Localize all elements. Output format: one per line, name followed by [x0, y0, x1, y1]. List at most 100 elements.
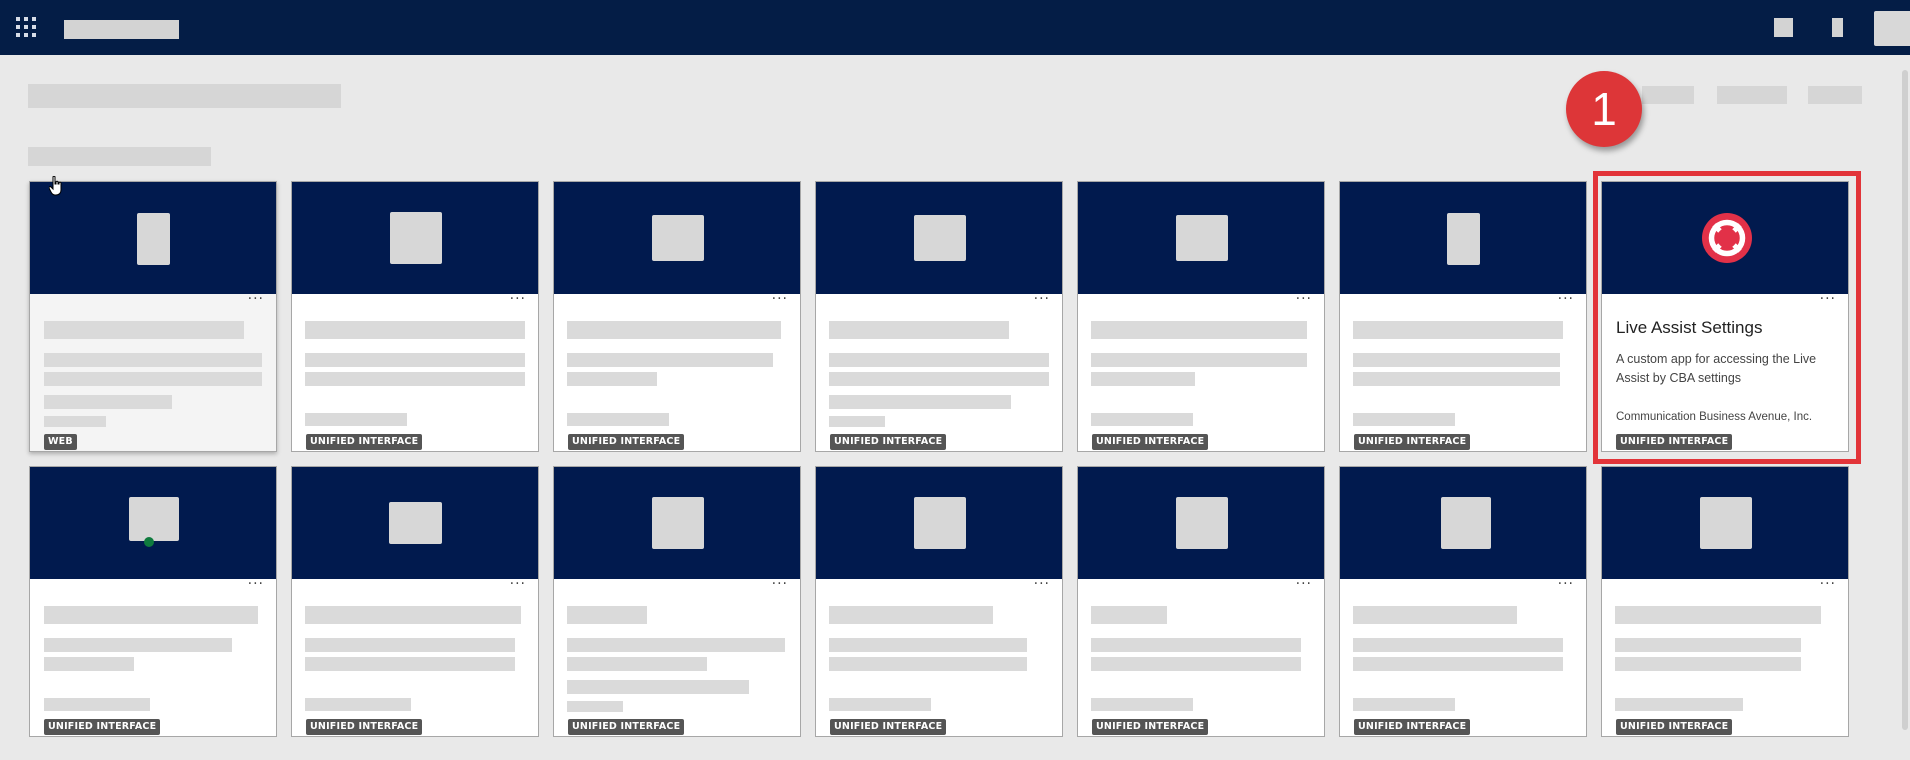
more-options-icon[interactable]: ···: [248, 292, 264, 306]
app-type-badge: UNIFIED INTERFACE: [1092, 719, 1209, 735]
highlight-box: [1593, 171, 1861, 464]
app-icon: [389, 502, 442, 544]
card-publisher-redacted: [305, 413, 407, 426]
card-banner: [816, 182, 1062, 294]
card-description-redacted: [44, 657, 134, 671]
card-title-redacted: [829, 321, 1009, 339]
card-description-redacted: [567, 372, 657, 386]
card-banner: [292, 182, 538, 294]
card-publisher-redacted: [1091, 413, 1193, 426]
card-description-redacted: [1353, 638, 1563, 652]
app-card[interactable]: ··· UNIFIED INTERFACE: [553, 181, 801, 452]
card-publisher-redacted: [1615, 698, 1743, 711]
card-description-redacted: [305, 638, 515, 652]
app-card[interactable]: ··· UNIFIED INTERFACE: [29, 466, 277, 737]
more-options-icon[interactable]: ···: [1034, 292, 1050, 306]
avatar[interactable]: [1874, 11, 1910, 46]
card-description-redacted: [829, 657, 1027, 671]
hand-cursor-icon: [49, 176, 62, 196]
card-publisher-redacted: [1353, 413, 1455, 426]
card-title-redacted: [1353, 606, 1517, 624]
top-bar: [0, 0, 1910, 55]
app-icon: [1176, 497, 1228, 549]
app-card[interactable]: ··· UNIFIED INTERFACE: [1339, 181, 1587, 452]
card-title-redacted: [44, 321, 244, 339]
card-description-redacted: [44, 372, 262, 386]
card-description-redacted: [1615, 657, 1801, 671]
more-options-icon[interactable]: ···: [772, 577, 788, 591]
app-card[interactable]: ··· WEB: [29, 181, 277, 452]
app-type-badge: UNIFIED INTERFACE: [830, 434, 947, 450]
app-type-badge: WEB: [44, 434, 77, 450]
card-meta-redacted: [829, 416, 885, 427]
app-card[interactable]: ··· UNIFIED INTERFACE: [1077, 181, 1325, 452]
card-publisher-redacted: [44, 395, 172, 409]
card-banner: [816, 467, 1062, 579]
app-card[interactable]: ··· UNIFIED INTERFACE: [291, 181, 539, 452]
top-bar-icon-redacted[interactable]: [1774, 18, 1793, 37]
app-icon: [914, 497, 966, 549]
app-type-badge: UNIFIED INTERFACE: [1616, 719, 1733, 735]
card-banner: [1078, 182, 1324, 294]
more-options-icon[interactable]: ···: [510, 292, 526, 306]
more-options-icon[interactable]: ···: [1558, 292, 1574, 306]
app-card[interactable]: ··· UNIFIED INTERFACE: [815, 181, 1063, 452]
app-card[interactable]: ··· UNIFIED INTERFACE: [1601, 466, 1849, 737]
card-banner: [30, 182, 276, 294]
card-title-redacted: [44, 606, 258, 624]
app-card[interactable]: ··· UNIFIED INTERFACE: [1077, 466, 1325, 737]
header-action-redacted[interactable]: [1642, 86, 1694, 104]
top-bar-icon-redacted[interactable]: [1832, 18, 1843, 37]
app-card[interactable]: ··· UNIFIED INTERFACE: [815, 466, 1063, 737]
card-description-redacted: [1353, 353, 1560, 367]
app-type-badge: UNIFIED INTERFACE: [306, 719, 423, 735]
card-publisher-redacted: [1353, 698, 1455, 711]
more-options-icon[interactable]: ···: [1558, 577, 1574, 591]
app-type-badge: UNIFIED INTERFACE: [568, 719, 685, 735]
app-icon: [914, 215, 966, 261]
more-options-icon[interactable]: ···: [1034, 577, 1050, 591]
step-number-badge: 1: [1566, 71, 1642, 147]
app-icon: [1447, 213, 1480, 265]
card-title-redacted: [305, 321, 525, 339]
header-action-redacted[interactable]: [1808, 86, 1862, 104]
app-icon: [652, 215, 704, 261]
app-type-badge: UNIFIED INTERFACE: [44, 719, 161, 735]
app-card[interactable]: ··· UNIFIED INTERFACE: [553, 466, 801, 737]
card-meta-redacted: [567, 701, 623, 712]
app-card[interactable]: ··· UNIFIED INTERFACE: [1339, 466, 1587, 737]
more-options-icon[interactable]: ···: [510, 577, 526, 591]
card-description-redacted: [305, 372, 525, 386]
more-options-icon[interactable]: ···: [248, 577, 264, 591]
card-description-redacted: [567, 353, 773, 367]
card-meta-redacted: [44, 416, 106, 427]
app-icon: [129, 497, 179, 541]
card-banner: [554, 467, 800, 579]
card-banner: [1340, 467, 1586, 579]
app-card[interactable]: ··· UNIFIED INTERFACE: [291, 466, 539, 737]
card-description-redacted: [305, 657, 515, 671]
card-publisher-redacted: [305, 698, 411, 711]
more-options-icon[interactable]: ···: [1296, 577, 1312, 591]
more-options-icon[interactable]: ···: [1820, 577, 1836, 591]
app-icon: [1176, 215, 1228, 261]
card-description-redacted: [44, 353, 262, 367]
app-icon: [1441, 497, 1491, 549]
header-action-redacted[interactable]: [1717, 86, 1787, 104]
card-description-redacted: [829, 353, 1049, 367]
more-options-icon[interactable]: ···: [1296, 292, 1312, 306]
card-publisher-redacted: [1091, 698, 1193, 711]
card-description-redacted: [1615, 638, 1801, 652]
app-icon: [390, 212, 442, 264]
card-banner: [1602, 467, 1848, 579]
card-description-redacted: [567, 657, 707, 671]
card-title-redacted: [1615, 606, 1821, 624]
card-description-redacted: [1353, 372, 1560, 386]
card-description-redacted: [305, 353, 525, 367]
scrollbar-thumb[interactable]: [1902, 70, 1908, 730]
waffle-icon[interactable]: [16, 17, 36, 37]
card-title-redacted: [567, 606, 647, 624]
app-icon: [137, 213, 170, 265]
card-banner: [1078, 467, 1324, 579]
more-options-icon[interactable]: ···: [772, 292, 788, 306]
